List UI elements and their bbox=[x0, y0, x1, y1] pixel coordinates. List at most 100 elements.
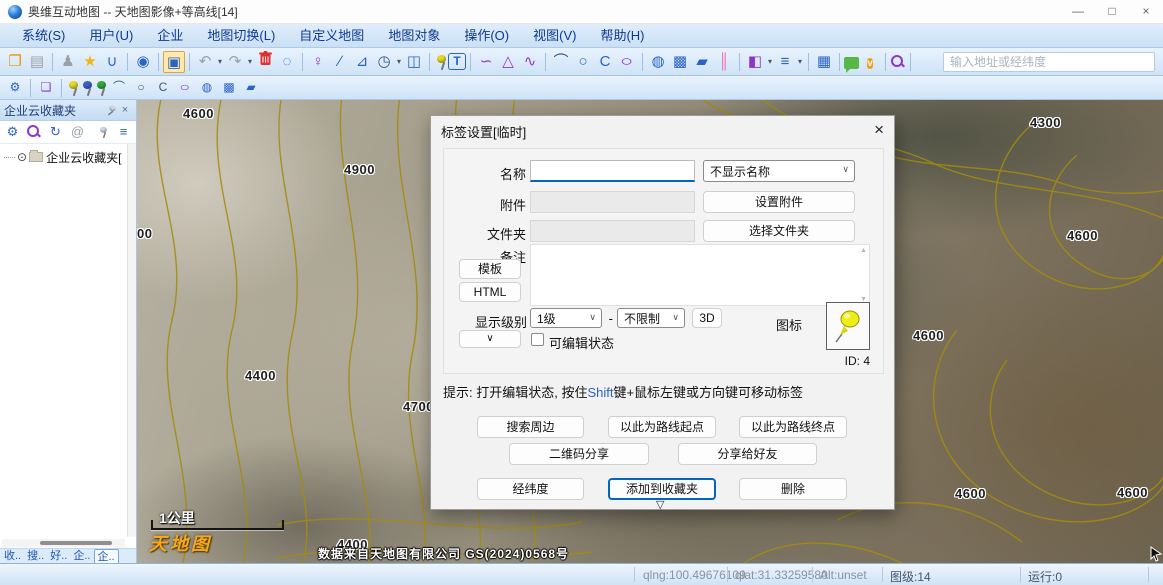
favorites-star-icon[interactable]: ★ bbox=[79, 51, 101, 73]
3d-button[interactable]: 3D bbox=[692, 308, 722, 328]
menu-map-switch[interactable]: 地图切换(L) bbox=[195, 24, 287, 47]
filled-circle-icon[interactable]: ◍ bbox=[196, 77, 218, 99]
menu-help[interactable]: 帮助(H) bbox=[588, 24, 656, 47]
name-input[interactable] bbox=[530, 160, 695, 182]
refresh-icon[interactable]: ↻ bbox=[47, 124, 64, 141]
ellipse-icon[interactable]: ○ bbox=[616, 51, 638, 73]
set-square-icon[interactable]: ⊿ bbox=[351, 51, 373, 73]
set-attachment-button[interactable]: 设置附件 bbox=[703, 191, 855, 213]
editable-checkbox[interactable] bbox=[531, 333, 544, 346]
gear-icon[interactable]: ⚙ bbox=[4, 77, 26, 99]
filled-polygon-icon[interactable]: ▰ bbox=[691, 51, 713, 73]
tab-friends[interactable]: 好.. bbox=[47, 549, 70, 563]
menu-enterprise[interactable]: 企业 bbox=[145, 24, 195, 47]
dialog-close-icon[interactable]: × bbox=[874, 120, 884, 140]
add-to-favorites-button[interactable]: 添加到收藏夹 bbox=[608, 478, 716, 500]
curve-icon[interactable]: ∿ bbox=[519, 51, 541, 73]
map-canvas[interactable]: 4600 4300 4900 00 4600 4600 4400 4700 46… bbox=[137, 100, 1163, 563]
menu-custom-map[interactable]: 自定义地图 bbox=[287, 24, 376, 47]
text-label-icon[interactable]: T bbox=[448, 53, 466, 70]
qr-share-button[interactable]: 二维码分享 bbox=[509, 443, 649, 465]
tree-item-enterprise-favorites[interactable]: ⊙ 企业云收藏夹[ bbox=[0, 148, 136, 166]
remark-textarea[interactable]: ▲ ▼ bbox=[530, 244, 870, 306]
track-route-icon[interactable]: ∪ bbox=[101, 51, 123, 73]
template-button[interactable]: 模板 bbox=[459, 259, 521, 279]
tab-favorites[interactable]: 收.. bbox=[1, 549, 24, 563]
arc-circle-icon[interactable]: C bbox=[152, 77, 174, 99]
close-button[interactable]: × bbox=[1129, 0, 1163, 23]
scroll-up-icon[interactable]: ▲ bbox=[860, 247, 867, 254]
sidebar-close-icon[interactable]: × bbox=[118, 104, 132, 116]
undo-icon[interactable]: ↶ bbox=[194, 51, 216, 73]
filled-rect-icon[interactable]: ▩ bbox=[218, 77, 240, 99]
lasso-selection-icon[interactable]: ◌ bbox=[276, 51, 298, 73]
name-display-select[interactable]: 不显示名称∨ bbox=[703, 160, 855, 182]
level-max-select[interactable]: 不限制∨ bbox=[617, 308, 685, 328]
choose-folder-button[interactable]: 选择文件夹 bbox=[703, 220, 855, 242]
document-icon[interactable]: ❏ bbox=[35, 77, 57, 99]
crop-screenshot-icon[interactable]: ▣ bbox=[163, 51, 185, 73]
menu-view[interactable]: 视图(V) bbox=[521, 24, 588, 47]
menu-system[interactable]: 系统(S) bbox=[10, 24, 77, 47]
menu-map-objects[interactable]: 地图对象 bbox=[376, 24, 452, 47]
minimize-button[interactable]: — bbox=[1061, 0, 1095, 23]
menu-user[interactable]: 用户(U) bbox=[77, 24, 145, 47]
gear-icon[interactable]: ⚙ bbox=[4, 124, 21, 141]
arc-icon[interactable]: ⌒ bbox=[108, 77, 130, 99]
pin-filter-icon[interactable] bbox=[98, 125, 109, 139]
delete-trash-icon[interactable] bbox=[254, 51, 276, 73]
route-start-button[interactable]: 以此为路线起点 bbox=[608, 416, 716, 438]
tab-enterprise-cloud[interactable]: 企.. bbox=[94, 549, 119, 563]
pushpin-icon[interactable] bbox=[434, 53, 448, 71]
list-dropdown-icon[interactable]: ▾ bbox=[796, 57, 804, 66]
redo-dropdown-icon[interactable]: ▾ bbox=[246, 57, 254, 66]
chat-icon[interactable] bbox=[844, 57, 859, 69]
tab-enterprise[interactable]: 企.. bbox=[70, 549, 93, 563]
redo-icon[interactable]: ↷ bbox=[224, 51, 246, 73]
arc-circle-icon[interactable]: C bbox=[594, 51, 616, 73]
vip-icon[interactable]: v bbox=[867, 58, 873, 69]
green-pin-icon[interactable] bbox=[94, 79, 108, 97]
filled-circle-icon[interactable]: ◍ bbox=[647, 51, 669, 73]
marker-icon-box[interactable] bbox=[826, 302, 870, 350]
panel-dropdown-icon[interactable]: ▾ bbox=[766, 57, 774, 66]
html-button[interactable]: HTML bbox=[459, 282, 521, 302]
sidebar-horizontal-scrollbar[interactable] bbox=[2, 539, 125, 547]
circle-icon[interactable]: ○ bbox=[572, 51, 594, 73]
location-pin-icon[interactable]: ♀ bbox=[307, 51, 329, 73]
filled-rect-icon[interactable]: ▩ bbox=[669, 51, 691, 73]
clock-dropdown-icon[interactable]: ▾ bbox=[395, 57, 403, 66]
save-icon[interactable]: ▤ bbox=[26, 51, 48, 73]
circle-icon[interactable]: ○ bbox=[130, 77, 152, 99]
polygon-icon[interactable]: △ bbox=[497, 51, 519, 73]
polyline-icon[interactable]: ∽ bbox=[475, 51, 497, 73]
expand-chevron-button[interactable]: ∨ bbox=[459, 330, 521, 348]
open-folder-icon[interactable]: ❐ bbox=[4, 51, 26, 73]
sidebar-vertical-scrollbar[interactable] bbox=[127, 144, 136, 537]
route-end-button[interactable]: 以此为路线终点 bbox=[739, 416, 847, 438]
menu-operations[interactable]: 操作(O) bbox=[452, 24, 521, 47]
dock-pin-icon[interactable] bbox=[103, 102, 118, 118]
blue-pin-icon[interactable] bbox=[80, 79, 94, 97]
ellipse-icon[interactable]: ○ bbox=[174, 77, 196, 99]
delete-button[interactable]: 删除 bbox=[739, 478, 847, 500]
ruler-icon[interactable]: ∕ bbox=[329, 51, 351, 73]
table-icon[interactable]: ▦ bbox=[813, 51, 835, 73]
globe-3d-icon[interactable]: ◉ bbox=[132, 51, 154, 73]
search-nearby-button[interactable]: 搜索周边 bbox=[477, 416, 584, 438]
camera-icon[interactable]: ◫ bbox=[403, 51, 425, 73]
latlng-button[interactable]: 经纬度 bbox=[477, 478, 584, 500]
columns-icon[interactable]: ║ bbox=[713, 51, 735, 73]
visibility-eye-icon[interactable]: ⊙ bbox=[17, 150, 27, 164]
search-icon[interactable] bbox=[26, 124, 42, 140]
layers-list-icon[interactable]: ≡ bbox=[115, 124, 132, 141]
side-panel-icon[interactable]: ◧ bbox=[744, 51, 766, 73]
arc-icon[interactable]: ⌒ bbox=[550, 51, 572, 73]
scrollbar-thumb[interactable] bbox=[40, 541, 112, 545]
dialog-expander-icon[interactable]: ▽ bbox=[656, 498, 664, 511]
share-friend-button[interactable]: 分享给好友 bbox=[678, 443, 817, 465]
tab-search[interactable]: 搜.. bbox=[24, 549, 47, 563]
filled-polygon-icon[interactable]: ▰ bbox=[240, 77, 262, 99]
yellow-pin-icon[interactable] bbox=[66, 79, 80, 97]
clock-icon[interactable]: ◷ bbox=[373, 51, 395, 73]
